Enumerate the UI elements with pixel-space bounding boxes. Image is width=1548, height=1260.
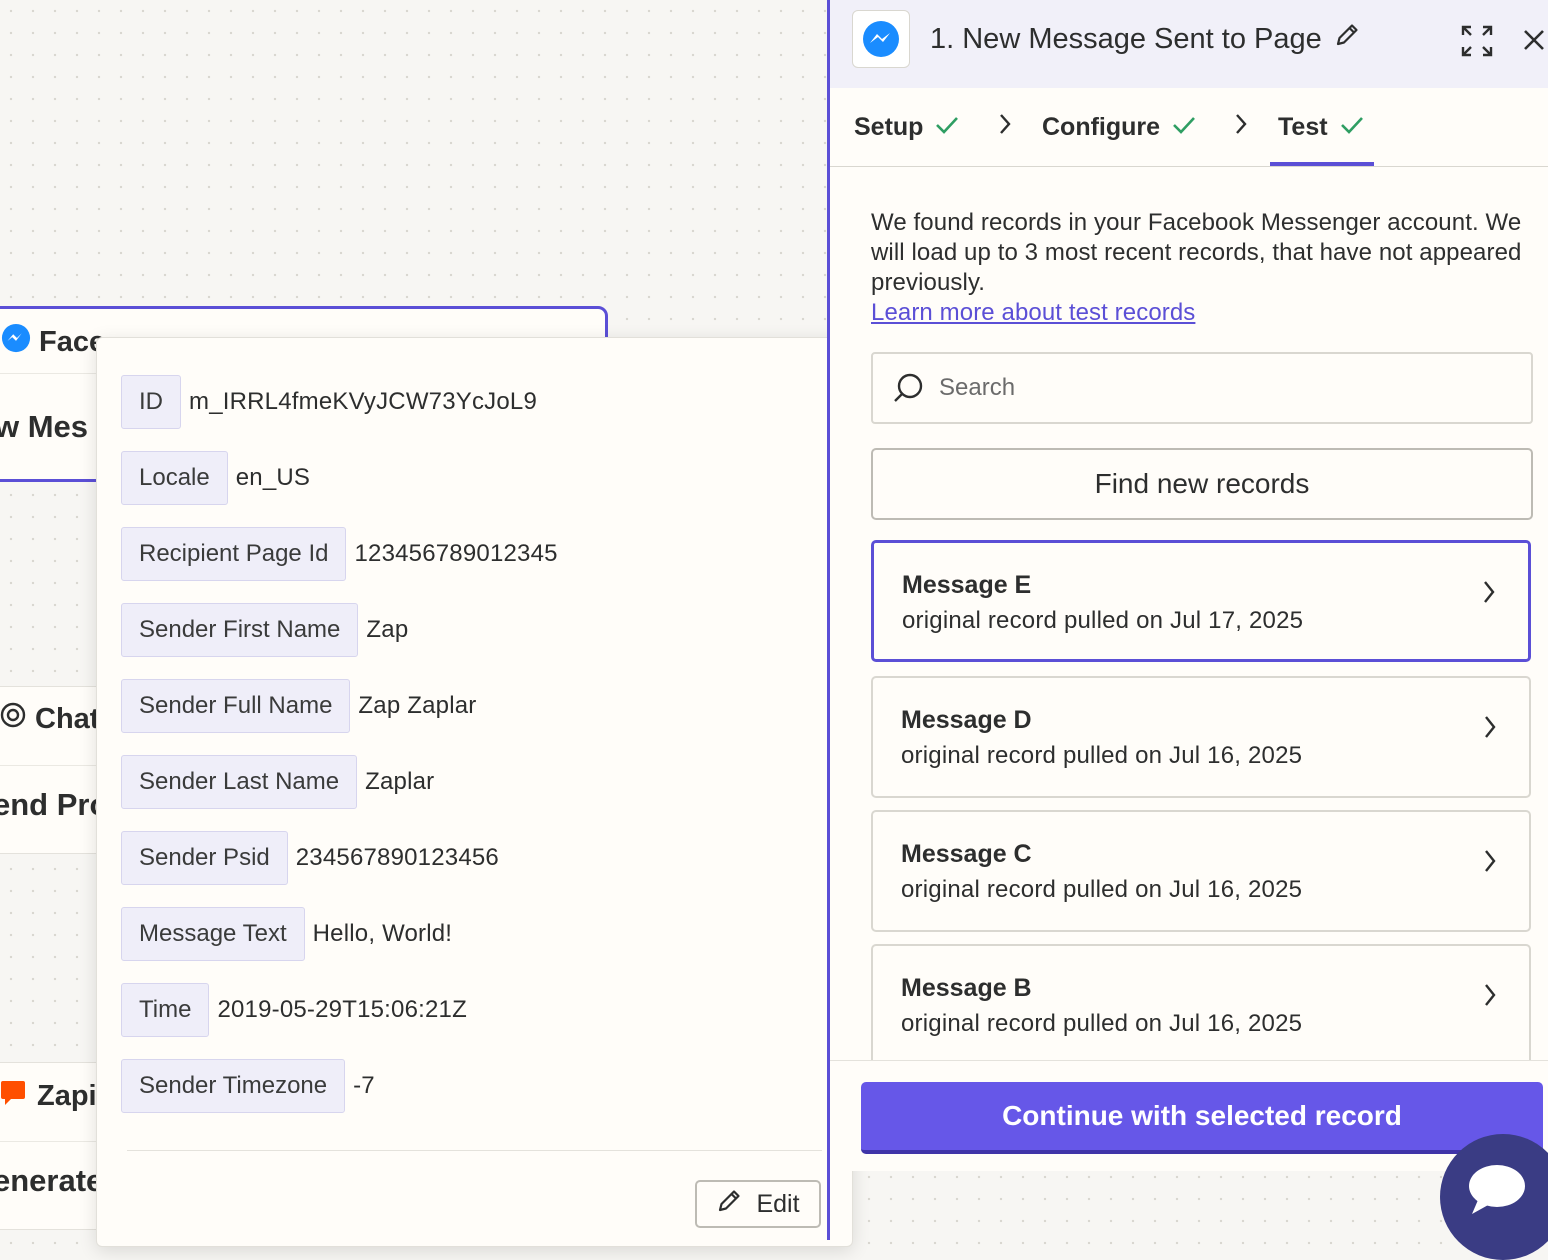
record-field-locale: Locale en_US (121, 451, 310, 505)
panel-header: 1. New Message Sent to Page (830, 0, 1548, 88)
openai-icon (0, 701, 27, 737)
field-value: Hello, World! (312, 920, 453, 947)
learn-more-link[interactable]: Learn more about test records (871, 299, 1195, 326)
field-value: Zaplar (365, 768, 435, 795)
find-new-records-button[interactable]: Find new records (871, 448, 1533, 520)
panel-title[interactable]: 1. New Message Sent to Page (930, 22, 1360, 56)
continue-button[interactable]: Continue with selected record (861, 1082, 1543, 1154)
record-item[interactable]: Message E original record pulled on Jul … (871, 540, 1531, 662)
zapier-icon (0, 1077, 29, 1115)
chevron-right-icon (1234, 112, 1248, 141)
search-icon (891, 371, 925, 405)
tab-label: Setup (854, 112, 924, 141)
field-key: Sender Last Name (121, 755, 358, 809)
chevron-right-icon (1482, 579, 1496, 610)
canvas-node-header: Face (1, 323, 105, 361)
record-name: Message C (901, 840, 1032, 868)
divider (127, 1150, 822, 1151)
field-value: -7 (353, 1072, 375, 1099)
search-input[interactable]: Search (871, 352, 1533, 424)
search-placeholder: Search (939, 374, 1016, 401)
field-key: Sender First Name (121, 603, 359, 657)
records-list: Message E original record pulled on Jul … (871, 540, 1533, 1060)
chevron-right-icon (1483, 848, 1497, 879)
check-icon (1172, 113, 1196, 142)
field-value: Zap Zaplar (358, 692, 477, 719)
record-name: Message D (901, 706, 1032, 734)
field-key: Locale (121, 451, 228, 505)
record-field-sender-psid: Sender Psid 234567890123456 (121, 831, 499, 885)
step-tabs: Setup Configure Test (830, 88, 1548, 167)
panel-footer: Continue with selected record (830, 1060, 1548, 1171)
step-panel: 1. New Message Sent to Page Setup Config… (827, 0, 1548, 1240)
intro-text: We found records in your Facebook Messen… (871, 208, 1531, 328)
record-field-sender-timezone: Sender Timezone -7 (121, 1059, 375, 1113)
record-subtitle: original record pulled on Jul 17, 2025 (902, 607, 1304, 634)
pencil-icon[interactable] (1334, 22, 1360, 56)
canvas-node-app: Zapi (37, 1079, 97, 1112)
tab-test[interactable]: Test (1270, 88, 1374, 166)
field-value: m_IRRL4fmeKVyJCW73YcJoL9 (189, 388, 538, 415)
tab-configure[interactable]: Configure (1042, 88, 1196, 166)
messenger-icon (852, 10, 910, 68)
canvas-node-step: end Pro (0, 787, 109, 822)
field-key: Sender Full Name (121, 679, 351, 733)
pencil-icon (716, 1188, 742, 1221)
field-value: 2019-05-29T15:06:21Z (217, 996, 467, 1023)
record-field-time: Time 2019-05-29T15:06:21Z (121, 983, 467, 1037)
field-key: Recipient Page Id (121, 527, 347, 581)
edit-label: Edit (756, 1189, 800, 1218)
record-name: Message B (901, 974, 1032, 1002)
record-field-recipient-page-id: Recipient Page Id 123456789012345 (121, 527, 558, 581)
record-field-id: ID m_IRRL4fmeKVyJCW73YcJoL9 (121, 375, 537, 429)
field-key: Message Text (121, 907, 305, 961)
record-subtitle: original record pulled on Jul 16, 2025 (901, 1010, 1303, 1037)
canvas-node-step: w Mes (0, 409, 89, 444)
panel-body: We found records in your Facebook Messen… (830, 167, 1548, 1060)
record-subtitle: original record pulled on Jul 16, 2025 (901, 742, 1303, 769)
expand-icon[interactable] (1460, 24, 1494, 63)
canvas-node-header: Zapi (0, 1077, 97, 1115)
close-icon[interactable] (1522, 28, 1546, 57)
tab-setup[interactable]: Setup (854, 88, 959, 166)
check-icon (1340, 113, 1364, 142)
record-item[interactable]: Message B original record pulled on Jul … (871, 944, 1531, 1060)
record-field-sender-last-name: Sender Last Name Zaplar (121, 755, 434, 809)
field-key: Sender Timezone (121, 1059, 346, 1113)
chat-bubble-icon (1466, 1162, 1528, 1218)
chevron-right-icon (1483, 982, 1497, 1013)
check-icon (935, 113, 959, 142)
field-key: Time (121, 983, 210, 1037)
field-value: 234567890123456 (295, 844, 499, 871)
edit-button[interactable]: Edit (695, 1180, 821, 1228)
tab-label: Configure (1042, 112, 1161, 141)
field-value: 123456789012345 (354, 540, 558, 567)
record-detail-popover: ID m_IRRL4fmeKVyJCW73YcJoL9 Locale en_US… (96, 337, 853, 1247)
record-item[interactable]: Message D original record pulled on Jul … (871, 676, 1531, 798)
chevron-right-icon (1483, 714, 1497, 745)
canvas-node-header: Chat (0, 701, 99, 737)
canvas-node-step: enerate (0, 1163, 104, 1198)
record-field-sender-first-name: Sender First Name Zap (121, 603, 408, 657)
record-field-sender-full-name: Sender Full Name Zap Zaplar (121, 679, 476, 733)
panel-title-text: 1. New Message Sent to Page (930, 22, 1322, 55)
record-field-message-text: Message Text Hello, World! (121, 907, 452, 961)
field-key: Sender Psid (121, 831, 288, 885)
tab-label: Test (1278, 112, 1328, 141)
field-value: en_US (235, 464, 311, 491)
messenger-icon (1, 323, 31, 361)
chevron-right-icon (998, 112, 1012, 141)
field-value: Zap (366, 616, 409, 643)
chat-support-button[interactable] (1440, 1134, 1548, 1260)
canvas-node-app: Chat (35, 702, 100, 735)
record-name: Message E (902, 571, 1032, 599)
intro-description: We found records in your Facebook Messen… (871, 209, 1522, 296)
record-item[interactable]: Message C original record pulled on Jul … (871, 810, 1531, 932)
record-subtitle: original record pulled on Jul 16, 2025 (901, 876, 1303, 903)
field-key: ID (121, 375, 181, 429)
